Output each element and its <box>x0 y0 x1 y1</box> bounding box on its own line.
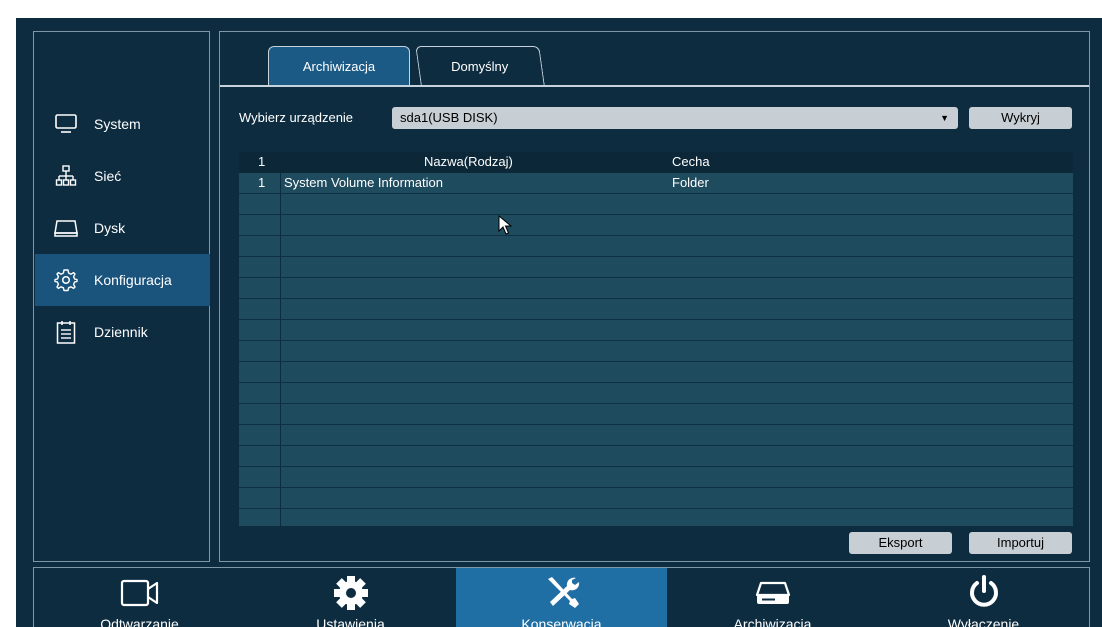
nav-label: Konserwacja <box>521 616 602 627</box>
device-label: Wybierz urządzenie <box>239 110 354 125</box>
sidebar-item-label: Dziennik <box>94 324 148 340</box>
sidebar-item-label: Sieć <box>94 168 122 184</box>
nav-label: Wyłączenie <box>947 616 1020 627</box>
cell-name: System Volume Information <box>284 175 443 190</box>
sidebar-item-log[interactable]: Dziennik <box>35 306 210 358</box>
file-table: 1 Nazwa(Rodzaj) Cecha 1 System Volume Inf… <box>239 152 1073 526</box>
detect-button[interactable]: Wykryj <box>969 107 1072 129</box>
sidebar: System Sieć Dysk Konfiguracja Dziennik <box>33 31 210 562</box>
nav-maintenance[interactable]: Konserwacja <box>456 568 667 627</box>
bottom-nav: Odtwarzanie Ustawienia Konserwacja Archi… <box>33 567 1090 627</box>
column-divider <box>280 446 281 466</box>
table-row[interactable] <box>239 362 1073 383</box>
import-button[interactable]: Importuj <box>969 532 1072 554</box>
table-row[interactable] <box>239 236 1073 257</box>
table-row[interactable] <box>239 320 1073 341</box>
column-divider <box>280 488 281 508</box>
monitor-icon <box>54 112 78 136</box>
log-clipboard-icon <box>54 320 78 344</box>
playback-camera-icon <box>120 578 160 613</box>
table-row[interactable] <box>239 509 1073 526</box>
header-name: Nazwa(Rodzaj) <box>424 154 513 169</box>
column-divider <box>280 173 281 193</box>
sidebar-item-disk[interactable]: Dysk <box>35 202 210 254</box>
column-divider <box>280 257 281 277</box>
column-divider <box>280 194 281 214</box>
tab-label: Archiwizacja <box>302 58 376 74</box>
sidebar-item-label: Konfiguracja <box>94 272 172 288</box>
table-row[interactable] <box>239 446 1073 467</box>
cell-num: 1 <box>258 175 266 190</box>
header-type: Cecha <box>672 154 710 169</box>
export-button[interactable]: Eksport <box>849 532 952 554</box>
device-dropdown[interactable]: sda1(USB DISK) ▼ <box>392 107 958 129</box>
column-divider <box>280 215 281 235</box>
nav-archive[interactable]: Archiwizacja <box>667 568 878 627</box>
maintenance-tools-icon <box>542 577 582 614</box>
table-row[interactable] <box>239 194 1073 215</box>
table-row[interactable] <box>239 425 1073 446</box>
sidebar-item-label: Dysk <box>94 220 126 236</box>
column-divider <box>280 299 281 319</box>
table-body: 1 System Volume Information Folder <box>239 173 1073 526</box>
tab-archiving[interactable]: Archiwizacja <box>268 46 410 85</box>
table-row[interactable] <box>239 215 1073 236</box>
nav-settings[interactable]: Ustawienia <box>245 568 456 627</box>
column-divider <box>280 404 281 424</box>
table-row[interactable] <box>239 257 1073 278</box>
settings-gear-icon <box>54 268 78 292</box>
nav-shutdown[interactable]: Wyłączenie <box>878 568 1089 627</box>
archive-drive-icon <box>755 578 791 613</box>
table-row[interactable] <box>239 488 1073 509</box>
main-panel: Archiwizacja Domyślny Wybierz urządzenie… <box>219 31 1090 562</box>
tab-default[interactable]: Domyślny <box>415 46 545 85</box>
table-row[interactable] <box>239 278 1073 299</box>
tab-underline <box>220 85 1089 87</box>
table-row[interactable] <box>239 467 1073 488</box>
table-row[interactable]: 1 System Volume Information Folder <box>239 173 1073 194</box>
mouse-cursor-icon <box>498 214 513 240</box>
sidebar-item-label: System <box>94 116 141 132</box>
column-divider <box>280 278 281 298</box>
tab-label: Domyślny <box>451 58 509 74</box>
power-icon <box>967 575 1001 614</box>
nav-playback[interactable]: Odtwarzanie <box>34 568 245 627</box>
network-icon <box>54 164 78 188</box>
nav-label: Odtwarzanie <box>100 616 179 627</box>
table-row[interactable] <box>239 383 1073 404</box>
settings-gear-icon <box>333 576 369 616</box>
table-header: 1 Nazwa(Rodzaj) Cecha <box>239 152 1073 172</box>
chevron-down-icon: ▼ <box>940 113 949 123</box>
column-divider <box>280 320 281 340</box>
column-divider <box>280 467 281 487</box>
nav-label: Archiwizacja <box>733 616 812 627</box>
cell-type: Folder <box>672 175 709 190</box>
sidebar-item-configuration[interactable]: Konfiguracja <box>35 254 210 306</box>
sidebar-item-system[interactable]: System <box>35 98 210 150</box>
column-divider <box>280 383 281 403</box>
sidebar-item-network[interactable]: Sieć <box>35 150 210 202</box>
column-divider <box>280 425 281 445</box>
disk-icon <box>54 216 78 240</box>
column-divider <box>280 362 281 382</box>
column-divider <box>280 341 281 361</box>
table-row[interactable] <box>239 341 1073 362</box>
device-dropdown-value: sda1(USB DISK) <box>400 110 498 125</box>
header-number: 1 <box>258 154 266 169</box>
dvr-window: System Sieć Dysk Konfiguracja Dziennik A… <box>16 18 1102 627</box>
table-row[interactable] <box>239 404 1073 425</box>
nav-label: Ustawienia <box>316 616 385 627</box>
column-divider <box>280 509 281 526</box>
table-row[interactable] <box>239 299 1073 320</box>
column-divider <box>280 236 281 256</box>
